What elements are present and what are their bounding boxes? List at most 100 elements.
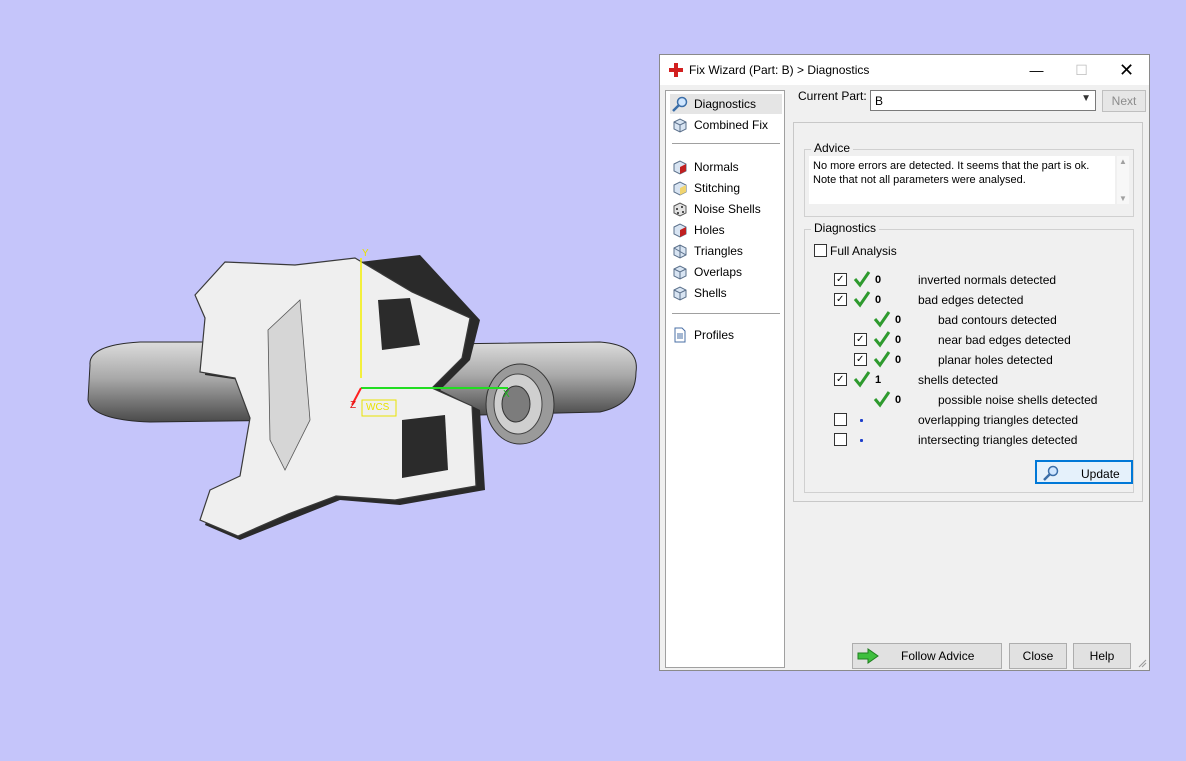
x-axis-label: X [503, 389, 510, 400]
nav-item-stitching[interactable]: Stitching [670, 178, 782, 198]
check-icon [853, 371, 871, 388]
close-window-button[interactable]: ✕ [1104, 55, 1149, 85]
magnifier-icon [1043, 465, 1059, 481]
diagnostics-group: Diagnostics Full Analysis 0 inverted nor… [804, 221, 1134, 493]
pending-dot-icon [860, 439, 863, 442]
nav-item-noise-shells[interactable]: Noise Shells [670, 199, 782, 219]
nav-label: Overlaps [694, 265, 743, 279]
diag-checkbox-inverted-normals[interactable] [834, 273, 847, 286]
z-axis-label: Z [350, 400, 357, 411]
check-icon [873, 351, 891, 368]
nav-label: Diagnostics [694, 97, 757, 111]
nav-label: Noise Shells [694, 202, 761, 216]
follow-advice-label: Follow Advice [901, 649, 975, 663]
current-part-value: B [875, 94, 884, 108]
nav-item-holes[interactable]: Holes [670, 220, 782, 240]
current-part-label: Current Part: [798, 89, 867, 103]
pending-dot-icon [860, 419, 863, 422]
current-part-select[interactable]: B ▼ [870, 90, 1096, 111]
stitching-cube-icon [673, 181, 687, 196]
diag-label: inverted normals detected [918, 273, 1057, 287]
diag-count: 0 [895, 334, 902, 346]
diag-label: overlapping triangles detected [918, 413, 1079, 427]
check-icon [873, 391, 891, 408]
nav-label: Combined Fix [694, 118, 769, 132]
diag-checkbox-bad-edges[interactable] [834, 293, 847, 306]
noise-shells-icon [673, 202, 687, 217]
advice-text: No more errors are detected. It seems th… [809, 156, 1115, 204]
nav-label: Holes [694, 223, 725, 237]
full-analysis-checkbox[interactable] [814, 244, 827, 257]
wizard-nav: Diagnostics Combined Fix Normals Stitchi… [665, 90, 785, 668]
diag-checkbox-overlapping-triangles[interactable] [834, 413, 847, 426]
3d-viewport[interactable]: Y X Z WCS [0, 0, 655, 761]
nav-item-overlaps[interactable]: Overlaps [670, 262, 782, 282]
diag-checkbox-planar-holes[interactable] [854, 353, 867, 366]
diag-count: 1 [875, 374, 882, 386]
diag-label: bad contours detected [938, 313, 1057, 327]
advice-line-1: No more errors are detected. It seems th… [813, 160, 1090, 172]
resize-grip-icon[interactable] [1137, 658, 1147, 668]
diag-label: intersecting triangles detected [918, 433, 1078, 447]
follow-advice-button[interactable]: Follow Advice [852, 643, 1002, 669]
normals-cube-icon [673, 160, 687, 175]
window-title: Fix Wizard (Part: B) > Diagnostics [689, 63, 870, 77]
nav-label: Triangles [694, 244, 743, 258]
chevron-down-icon: ▼ [1081, 93, 1091, 104]
wcs-label: WCS [366, 402, 390, 413]
full-analysis-label: Full Analysis [830, 244, 897, 258]
triangles-cube-icon [673, 244, 687, 259]
advice-line-2: Note that not all parameters were analys… [813, 174, 1026, 186]
magnifier-icon [672, 96, 688, 112]
diag-checkbox-shells[interactable] [834, 373, 847, 386]
diag-label: shells detected [918, 373, 999, 387]
y-axis-label: Y [362, 248, 369, 259]
advice-group: Advice No more errors are detected. It s… [804, 141, 1134, 217]
nav-separator [672, 143, 780, 144]
document-icon [674, 327, 686, 343]
check-icon [873, 331, 891, 348]
nav-item-combined-fix[interactable]: Combined Fix [670, 115, 782, 135]
nav-item-shells[interactable]: Shells [670, 283, 782, 303]
nav-item-triangles[interactable]: Triangles [670, 241, 782, 261]
diagnostics-title: Diagnostics [811, 221, 880, 235]
diag-label: near bad edges detected [938, 333, 1071, 347]
help-button[interactable]: Help [1073, 643, 1131, 669]
check-icon [873, 311, 891, 328]
scroll-down-icon: ▼ [1119, 194, 1127, 203]
minimize-button[interactable]: — [1014, 55, 1059, 85]
ring-model [87, 255, 637, 540]
holes-cube-icon [673, 223, 687, 238]
update-button[interactable]: Update [1035, 460, 1133, 484]
diag-label: possible noise shells detected [938, 393, 1098, 407]
nav-label: Shells [694, 286, 727, 300]
shells-cube-icon [673, 286, 687, 301]
diag-checkbox-near-bad-edges[interactable] [854, 333, 867, 346]
close-button[interactable]: Close [1009, 643, 1067, 669]
diagnostics-panel: Advice No more errors are detected. It s… [793, 122, 1143, 502]
update-label: Update [1081, 467, 1120, 481]
diag-count: 0 [875, 294, 882, 306]
diag-label: bad edges detected [918, 293, 1024, 307]
diag-count: 0 [895, 394, 902, 406]
nav-label: Normals [694, 160, 739, 174]
nav-item-diagnostics[interactable]: Diagnostics [670, 94, 782, 114]
diag-count: 0 [875, 274, 882, 286]
scroll-up-icon: ▲ [1119, 157, 1127, 166]
advice-scrollbar[interactable]: ▲ ▼ [1117, 156, 1129, 204]
diag-count: 0 [895, 314, 902, 326]
maximize-button[interactable]: ☐ [1059, 55, 1104, 85]
title-bar[interactable]: Fix Wizard (Part: B) > Diagnostics — ☐ ✕ [660, 55, 1149, 85]
nav-separator [672, 313, 780, 314]
fix-wizard-window: Fix Wizard (Part: B) > Diagnostics — ☐ ✕… [659, 54, 1150, 671]
diag-checkbox-intersecting-triangles[interactable] [834, 433, 847, 446]
overlaps-cube-icon [673, 265, 687, 280]
advice-title: Advice [811, 141, 854, 155]
diag-label: planar holes detected [938, 353, 1053, 367]
next-button[interactable]: Next [1102, 90, 1146, 112]
nav-item-profiles[interactable]: Profiles [670, 325, 782, 345]
green-arrow-icon [857, 648, 879, 664]
nav-item-normals[interactable]: Normals [670, 157, 782, 177]
cube-icon [673, 118, 687, 133]
check-icon [853, 291, 871, 308]
